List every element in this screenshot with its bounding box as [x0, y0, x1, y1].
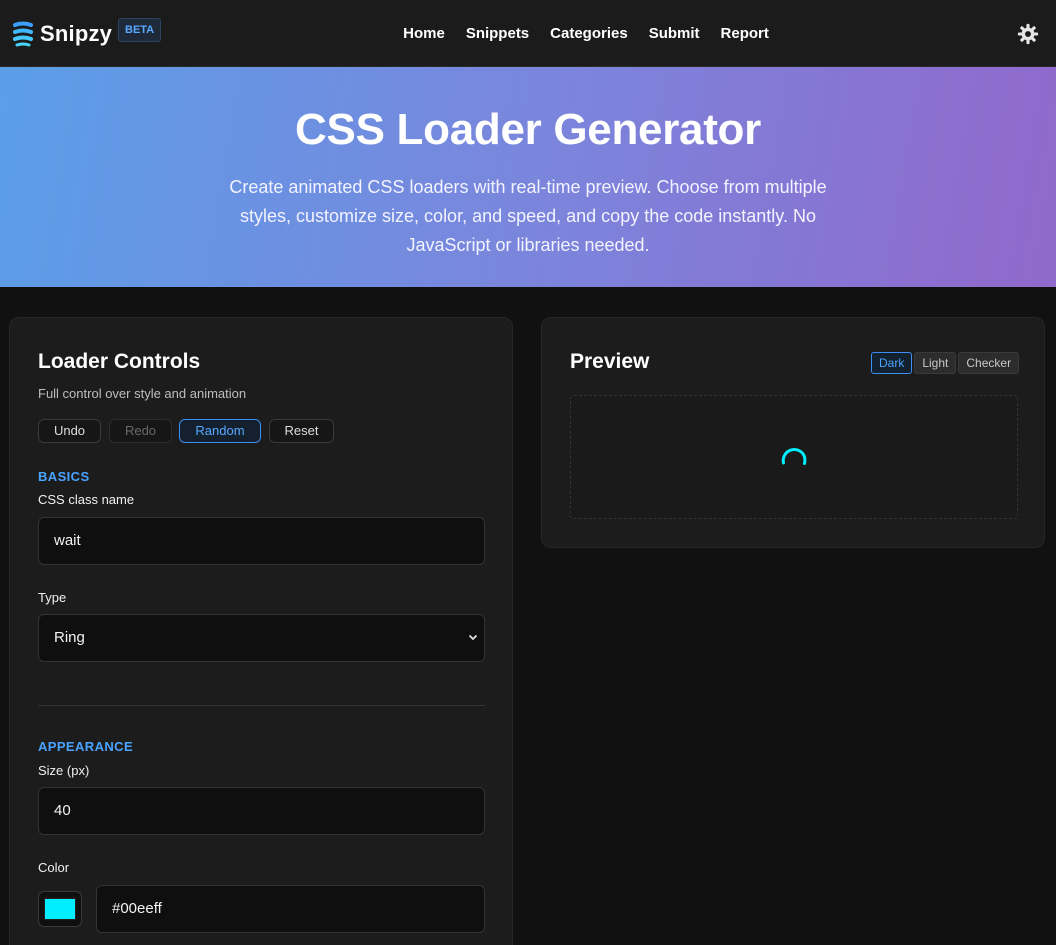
controls-subtitle: Full control over style and animation — [38, 386, 247, 401]
size-input[interactable]: 40 — [38, 787, 485, 835]
class-name-input[interactable]: wait — [38, 517, 485, 565]
type-select[interactable]: Ring — [38, 614, 485, 662]
appearance-section-label: APPEARANCE — [38, 739, 134, 754]
page-description: Create animated CSS loaders with real-ti… — [229, 177, 827, 255]
class-name-label: CSS class name — [38, 492, 135, 507]
nav-link-report[interactable]: Report — [721, 25, 769, 42]
redo-button[interactable]: Redo — [109, 419, 172, 443]
ring-loader — [781, 448, 807, 465]
controls-title: Loader Controls — [38, 350, 201, 373]
nav-link-categories[interactable]: Categories — [550, 25, 628, 42]
preview-background-toggle: Dark Light Checker — [871, 352, 1020, 374]
preview-card: Preview Dark Light Checker — [541, 317, 1045, 548]
brand-name: Snipzy — [40, 21, 113, 46]
basics-section-label: BASICS — [38, 469, 90, 484]
preview-stage — [570, 395, 1018, 519]
undo-button[interactable]: Undo — [38, 419, 101, 443]
chevron-down-icon — [468, 634, 478, 641]
snipzy-logo-icon — [13, 21, 33, 47]
brand-logo[interactable]: Snipzy — [12, 18, 112, 50]
page-title: CSS Loader Generator — [295, 105, 761, 154]
preview-title: Preview — [570, 350, 650, 373]
nav-link-snippets[interactable]: Snippets — [466, 25, 529, 42]
gear-icon[interactable] — [1017, 23, 1039, 45]
nav-link-home[interactable]: Home — [403, 25, 445, 42]
color-picker[interactable] — [38, 891, 82, 927]
color-label: Color — [38, 860, 70, 875]
random-button[interactable]: Random — [179, 419, 261, 443]
size-label: Size (px) — [38, 763, 90, 778]
section-divider — [38, 705, 485, 706]
beta-badge: BETA — [118, 18, 162, 42]
nav-link-submit[interactable]: Submit — [649, 25, 700, 42]
bg-toggle-dark[interactable]: Dark — [871, 352, 913, 374]
type-select-value: Ring — [54, 629, 85, 646]
reset-button[interactable]: Reset — [269, 419, 334, 443]
bg-toggle-checker[interactable]: Checker — [958, 352, 1020, 374]
hero-banner: CSS Loader Generator Create animated CSS… — [0, 67, 1056, 287]
bg-toggle-light[interactable]: Light — [914, 352, 957, 374]
top-navbar: Snipzy BETA Home Snippets Categories Sub… — [0, 0, 1056, 67]
type-label: Type — [38, 590, 67, 605]
color-swatch — [44, 898, 76, 920]
color-hex-input[interactable]: #00eeff — [96, 885, 485, 933]
loader-controls-card: Loader Controls Full control over style … — [9, 317, 513, 945]
